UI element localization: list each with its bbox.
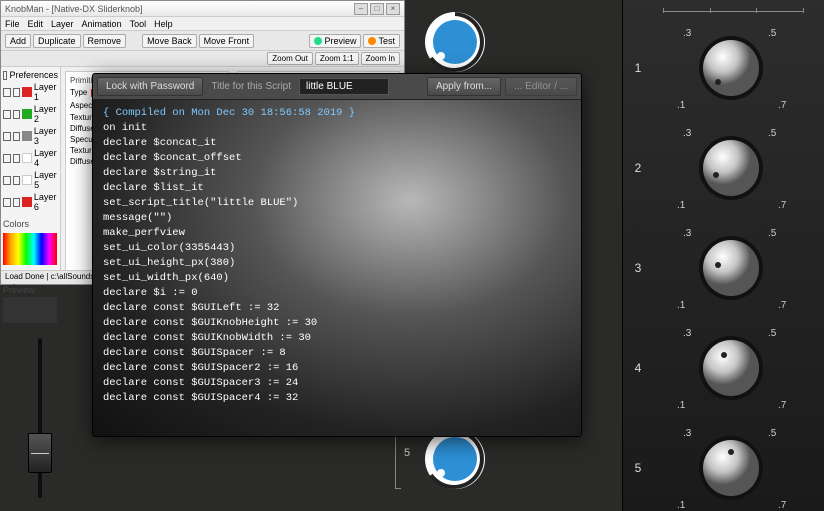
row-number: 5	[623, 461, 653, 475]
layer-swatch-icon	[22, 153, 32, 163]
knob[interactable]	[698, 235, 764, 301]
row-number: 1	[623, 61, 653, 75]
menu-layer[interactable]: Layer	[51, 19, 74, 29]
lock-password-button[interactable]: Lock with Password	[97, 77, 203, 96]
colors-label: Colors	[3, 219, 58, 229]
editor-titlebar[interactable]: KnobMan - [Native-DX Sliderknob] – □ ×	[1, 1, 404, 17]
preview-button[interactable]: Preview	[309, 34, 361, 48]
apply-from-button[interactable]: Apply from...	[427, 77, 501, 96]
layer-swatch-icon	[22, 87, 32, 97]
menu-file[interactable]: File	[5, 19, 20, 29]
editor-title-text: KnobMan - [Native-DX Sliderknob]	[5, 4, 143, 14]
menu-animation[interactable]: Animation	[82, 19, 122, 29]
editor-menu: File Edit Layer Animation Tool Help	[1, 17, 404, 31]
zoom11-button[interactable]: Zoom 1:1	[315, 52, 359, 65]
zoomout-button[interactable]: Zoom Out	[267, 52, 313, 65]
knob-index-label: 5	[404, 447, 410, 459]
layer-row[interactable]: Layer 2	[3, 103, 58, 125]
editor-toolbar: Add Duplicate Remove Move Back Move Fron…	[1, 31, 404, 51]
knob[interactable]	[698, 135, 764, 201]
remove-button[interactable]: Remove	[83, 34, 127, 48]
editor-toggle-button[interactable]: ... Editor / ...	[505, 77, 577, 96]
layer-row[interactable]: Layer 6	[3, 191, 58, 213]
color-picker[interactable]	[3, 233, 57, 265]
layer-row[interactable]: Layer 5	[3, 169, 58, 191]
movefront-button[interactable]: Move Front	[199, 34, 255, 48]
preferences-label: Preferences	[9, 70, 58, 80]
minimize-button[interactable]: –	[354, 3, 368, 15]
prefs-checkbox[interactable]	[3, 71, 7, 80]
knob-row: 4 .3.5.1.7	[623, 318, 824, 418]
script-editor-window: Lock with Password Title for this Script…	[92, 73, 582, 437]
layer-swatch-icon	[22, 175, 32, 185]
blue-knob-preview	[421, 8, 489, 76]
knob-row: 3 .3.5.1.7	[623, 218, 824, 318]
maximize-button[interactable]: □	[370, 3, 384, 15]
layer-swatch-icon	[22, 131, 32, 141]
knob-row: 2 .3.5.1.7	[623, 118, 824, 218]
ruler-icon	[663, 8, 804, 16]
fader-track	[38, 338, 42, 498]
script-title-label: Title for this Script	[207, 81, 295, 92]
row-number: 4	[623, 361, 653, 375]
menu-help[interactable]: Help	[154, 19, 173, 29]
menu-tool[interactable]: Tool	[130, 19, 147, 29]
layer-swatch-icon	[22, 197, 32, 207]
layer-row[interactable]: Layer 3	[3, 125, 58, 147]
row-number: 3	[623, 261, 653, 275]
zoomin-button[interactable]: Zoom In	[361, 52, 400, 65]
layer-row[interactable]: Layer 1	[3, 81, 58, 103]
close-button[interactable]: ×	[386, 3, 400, 15]
script-title-input[interactable]	[299, 78, 389, 95]
script-code-area[interactable]: { Compiled on Mon Dec 30 18:56:58 2019 }…	[93, 100, 581, 436]
script-toolbar: Lock with Password Title for this Script…	[93, 74, 581, 100]
knob[interactable]	[698, 335, 764, 401]
row-number: 2	[623, 161, 653, 175]
duplicate-button[interactable]: Duplicate	[33, 34, 81, 48]
fader-area	[0, 323, 95, 511]
knob-row: 1 .3 .5 .1 .7	[623, 18, 824, 118]
knob[interactable]	[698, 35, 764, 101]
moveback-button[interactable]: Move Back	[142, 34, 197, 48]
layer-swatch-icon	[22, 109, 32, 119]
knob[interactable]	[698, 435, 764, 501]
fader-handle[interactable]	[28, 433, 52, 473]
layers-panel: Preferences Layer 1 Layer 2 Layer 3 Laye…	[1, 67, 61, 284]
knob-row: 5 .3.5.1.7	[623, 418, 824, 511]
add-button[interactable]: Add	[5, 34, 31, 48]
menu-edit[interactable]: Edit	[28, 19, 44, 29]
layer-row[interactable]: Layer 4	[3, 147, 58, 169]
knob-rack-panel: 1 .3 .5 .1 .7 2 .3.5.1.7 3 .3.5.1.7 4 .3…	[622, 0, 824, 511]
test-button[interactable]: Test	[363, 34, 400, 48]
